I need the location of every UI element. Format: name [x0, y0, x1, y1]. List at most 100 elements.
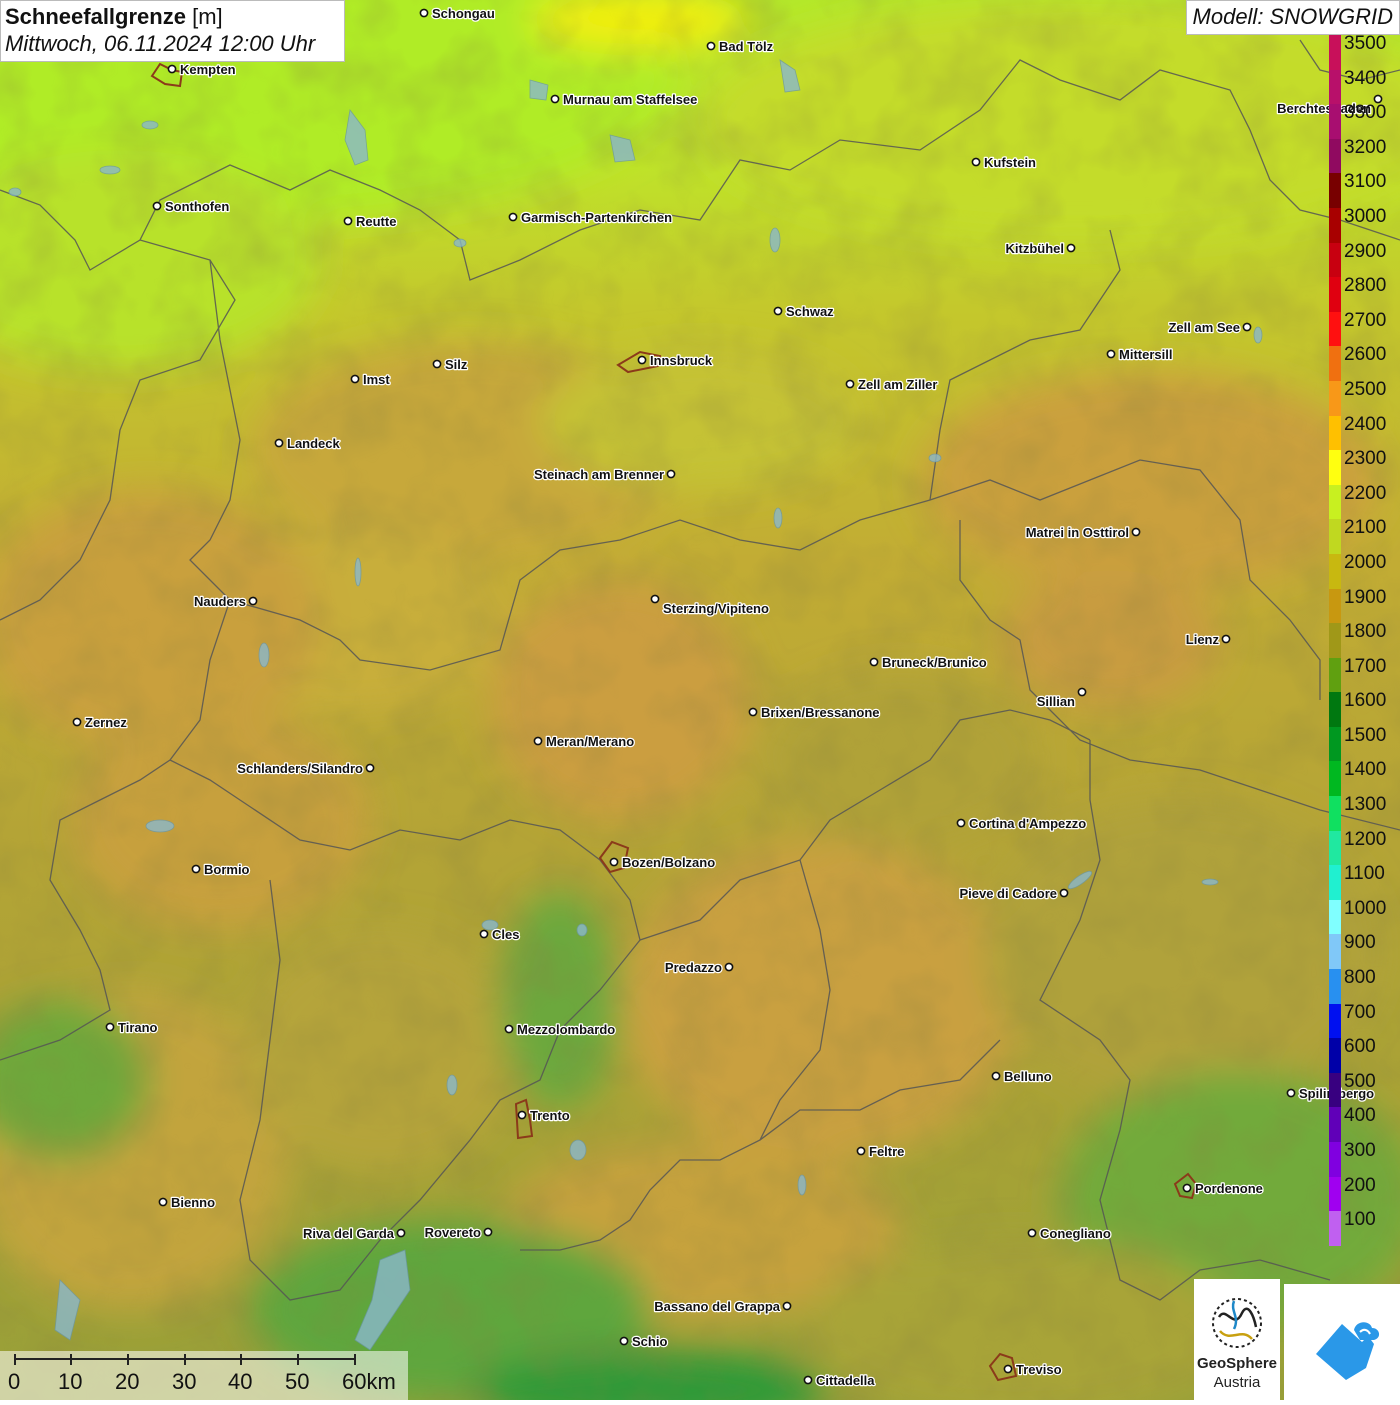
place-marker[interactable]: Garmisch-Partenkirchen [508, 209, 673, 226]
place-label: Kitzbühel [1006, 241, 1065, 256]
legend-swatch [1329, 415, 1341, 451]
place-label: Brixen/Bressanone [761, 705, 880, 720]
legend-label: 2800 [1344, 275, 1387, 297]
place-dot [706, 41, 716, 51]
place-dot [666, 469, 676, 479]
place-marker[interactable]: Sonthofen [152, 198, 231, 215]
place-dot [105, 1022, 115, 1032]
snowfall-line-map[interactable]: Schongau Bad Tölz Kempten Murnau am Staffel… [0, 0, 1400, 1400]
legend-swatch [1329, 484, 1341, 520]
place-dot [191, 864, 201, 874]
place-label: Kufstein [984, 155, 1036, 170]
place-marker[interactable]: Brixen/Bressanone [748, 704, 881, 721]
legend-swatch [1329, 796, 1341, 831]
legend-entry: 1600 [1328, 690, 1400, 727]
place-dot [991, 1071, 1001, 1081]
map-unit: [m] [192, 4, 223, 29]
legend-entry: 500 [1328, 1071, 1400, 1108]
legend-entry: 700 [1328, 1002, 1400, 1039]
place-dot [609, 857, 619, 867]
place-marker[interactable]: Cortina d'Ampezzo [956, 815, 1088, 832]
place-label: Mezzolombardo [517, 1022, 615, 1037]
legend-entry: 3200 [1328, 137, 1400, 174]
place-marker[interactable]: Conegliano [1027, 1225, 1112, 1242]
legend-entry: 2700 [1328, 310, 1400, 347]
legend-label: 1100 [1344, 863, 1385, 885]
legend-label: 2100 [1344, 517, 1387, 539]
place-dot [517, 1110, 527, 1120]
legend-entry: 1500 [1328, 725, 1400, 762]
legend-swatch [1329, 173, 1341, 208]
legend-entry: 3000 [1328, 206, 1400, 243]
place-marker[interactable]: Mezzolombardo [504, 1021, 617, 1038]
place-label: Garmisch-Partenkirchen [521, 210, 672, 225]
legend-swatch [1329, 450, 1341, 485]
legend-entry: 3300 [1328, 102, 1400, 139]
place-dot [1003, 1364, 1013, 1374]
legend-swatch [1329, 69, 1341, 105]
legend-label: 3300 [1344, 102, 1387, 124]
place-dot [1131, 527, 1141, 537]
place-marker[interactable]: Murnau am Staffelsee [550, 91, 699, 108]
place-label: Bruneck/Brunico [882, 655, 987, 670]
legend-entry: 1800 [1328, 621, 1400, 658]
place-label: Zell am See [1168, 320, 1240, 335]
place-dot [483, 1227, 493, 1237]
place-label: Bienno [171, 1195, 215, 1210]
place-marker[interactable]: Cittadella [803, 1372, 877, 1389]
legend-entry: 100 [1328, 1209, 1400, 1246]
place-label: Steinach am Brenner [534, 467, 664, 482]
legend-swatch [1329, 519, 1341, 554]
place-marker[interactable]: Bozen/Bolzano [609, 854, 716, 871]
place-marker[interactable]: Bassano del Grappa [653, 1298, 792, 1315]
place-label: Zernez [85, 715, 127, 730]
legend-entry: 2400 [1328, 413, 1400, 451]
place-marker[interactable]: Pieve di Cadore [958, 885, 1069, 902]
place-marker[interactable]: Pordenone [1182, 1180, 1264, 1197]
legend-label: 1700 [1344, 655, 1387, 677]
place-marker[interactable]: Meran/Merano [533, 733, 635, 750]
legend-swatch [1329, 588, 1341, 624]
place-label: Schio [632, 1334, 667, 1349]
place-dot [167, 64, 177, 74]
place-marker[interactable]: Schongau [419, 5, 496, 22]
place-dot [1286, 1088, 1296, 1098]
legend-label: 1200 [1344, 828, 1387, 850]
place-marker[interactable]: Riva del Garda [302, 1225, 406, 1242]
place-dot [869, 657, 879, 667]
geosphere-logo[interactable]: GeoSphere Austria [1194, 1279, 1280, 1400]
place-dot [350, 374, 360, 384]
place-marker[interactable]: Innsbruck [637, 352, 714, 369]
legend-label: 2400 [1344, 413, 1387, 435]
place-dot [971, 157, 981, 167]
place-label: Schongau [432, 6, 495, 21]
legend-swatch [1329, 1072, 1341, 1108]
app-logo[interactable] [1284, 1284, 1400, 1400]
place-marker[interactable]: Schlanders/Silandro [236, 760, 375, 777]
place-marker[interactable]: Matrei in Osttirol [1024, 524, 1141, 541]
legend-entry: 900 [1328, 932, 1400, 970]
place-dot [1059, 888, 1069, 898]
place-dot [1221, 634, 1231, 644]
place-dot [803, 1375, 813, 1385]
legend-entry: 2300 [1328, 448, 1400, 485]
legend-label: 1900 [1344, 586, 1387, 608]
place-marker[interactable]: Zell am See [1167, 319, 1252, 336]
place-label: Landeck [287, 436, 341, 451]
place-marker[interactable]: Bruneck/Brunico [869, 654, 988, 671]
legend-label: 400 [1344, 1105, 1376, 1127]
legend-swatch [1329, 553, 1341, 589]
place-marker[interactable]: Steinach am Brenner [533, 466, 676, 483]
place-label: Trento [530, 1108, 570, 1123]
legend-entry: 1100 [1328, 863, 1400, 900]
scale-tick: 20 [115, 1369, 140, 1394]
legend-entry: 1000 [1328, 898, 1400, 935]
legend-label: 800 [1344, 967, 1376, 989]
legend-label: 2000 [1344, 551, 1387, 573]
legend-swatch [1329, 242, 1341, 278]
place-label: Sillian [1037, 694, 1075, 709]
place-marker[interactable]: Zell am Ziller [845, 376, 939, 393]
place-label: Lienz [1186, 632, 1220, 647]
geosphere-name: GeoSphere [1196, 1355, 1278, 1372]
place-dot [365, 763, 375, 773]
